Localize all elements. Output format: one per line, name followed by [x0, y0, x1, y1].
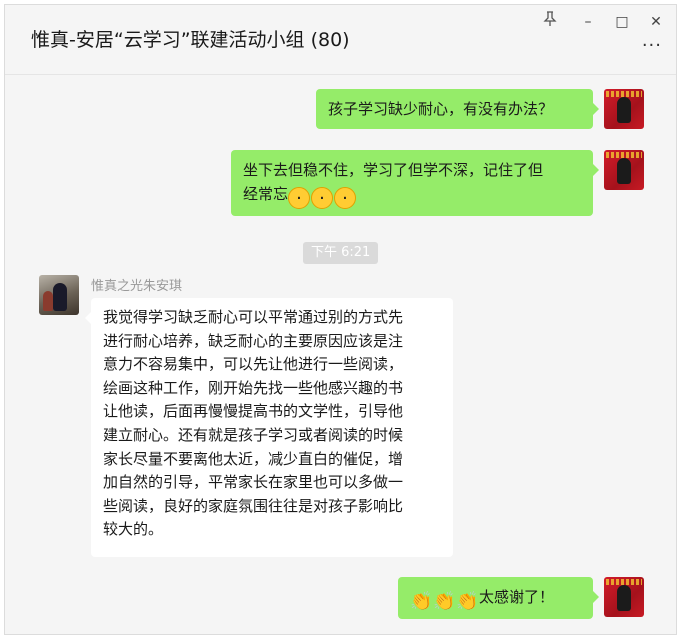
pin-icon[interactable]	[536, 11, 564, 33]
message-line: 我觉得学习缺乏耐心可以平常通过别的方式先	[103, 308, 404, 326]
message-text: 太感谢了！	[479, 588, 555, 606]
avatar[interactable]	[604, 150, 644, 190]
more-options-button[interactable]: ···	[642, 35, 662, 56]
sender-name: 惟真之光朱安琪	[91, 279, 183, 294]
avatar[interactable]	[604, 89, 644, 129]
message-line: 家长尽量不要离他太近，减少直白的催促，增	[103, 449, 404, 468]
message-list[interactable]: 孩子学习缺少耐心，有没有办法？ 坐下去但稳不住，学习了但学不深，记住了但 经常忘…	[5, 76, 676, 634]
chat-window: 惟真-安居“云学习”联建活动小组 (80) – □ ✕ ··· 孩子学习缺少耐心…	[4, 4, 677, 635]
chat-title: 惟真-安居“云学习”联建活动小组 (80)	[31, 29, 350, 51]
clapping-hands-icon: 👏	[456, 591, 479, 612]
avatar[interactable]	[39, 275, 79, 315]
message-line: 让他读，后面再慢慢提高书的文学性，引导他	[103, 402, 404, 421]
message-text: 坐下去但稳不住，学习了但学不深，记住了但	[243, 161, 544, 179]
clapping-hands-icon: 👏	[433, 591, 456, 612]
message-bubble[interactable]: 我觉得学习缺乏耐心可以平常通过别的方式先 进行耐心培养，缺乏耐心的主要原因应该是…	[85, 298, 453, 557]
close-button[interactable]: ✕	[642, 11, 670, 33]
message-bubble[interactable]: 坐下去但稳不住，学习了但学不深，记住了但 经常忘 · · ·	[231, 150, 599, 216]
message-line: 较大的。	[103, 520, 164, 539]
message-bubble[interactable]: 👏👏👏太感谢了！	[398, 577, 599, 619]
maximize-button[interactable]: □	[608, 11, 636, 33]
message-line: 意力不容易集中，可以先让他进行一些阅读，	[103, 355, 404, 374]
message-bubble[interactable]: 孩子学习缺少耐心，有没有办法？	[316, 89, 599, 129]
face-blowing-icon: ·	[334, 187, 357, 209]
message-text-line2: 经常忘	[243, 185, 289, 203]
avatar[interactable]	[604, 577, 644, 617]
message-line: 进行耐心培养，缺乏耐心的主要原因应该是注	[103, 331, 404, 350]
minimize-button[interactable]: –	[574, 11, 602, 33]
message-line: 绘画这种工作，刚开始先找一些他感兴趣的书	[103, 378, 404, 397]
message-line: 些阅读，良好的家庭氛围往往是对孩子影响比	[103, 496, 404, 515]
message-line: 加自然的引导，平常家长在家里也可以多做一	[103, 473, 404, 492]
clapping-hands-icon: 👏	[410, 591, 433, 612]
message-text: 孩子学习缺少耐心，有没有办法？	[328, 100, 554, 118]
title-bar: 惟真-安居“云学习”联建活动小组 (80) – □ ✕ ···	[5, 5, 676, 75]
timestamp: 下午 6:21	[303, 242, 379, 264]
message-line: 建立耐心。还有就是孩子学习或者阅读的时候	[103, 425, 404, 444]
face-blowing-icon: ·	[311, 187, 334, 209]
face-blowing-icon: ·	[288, 187, 311, 209]
